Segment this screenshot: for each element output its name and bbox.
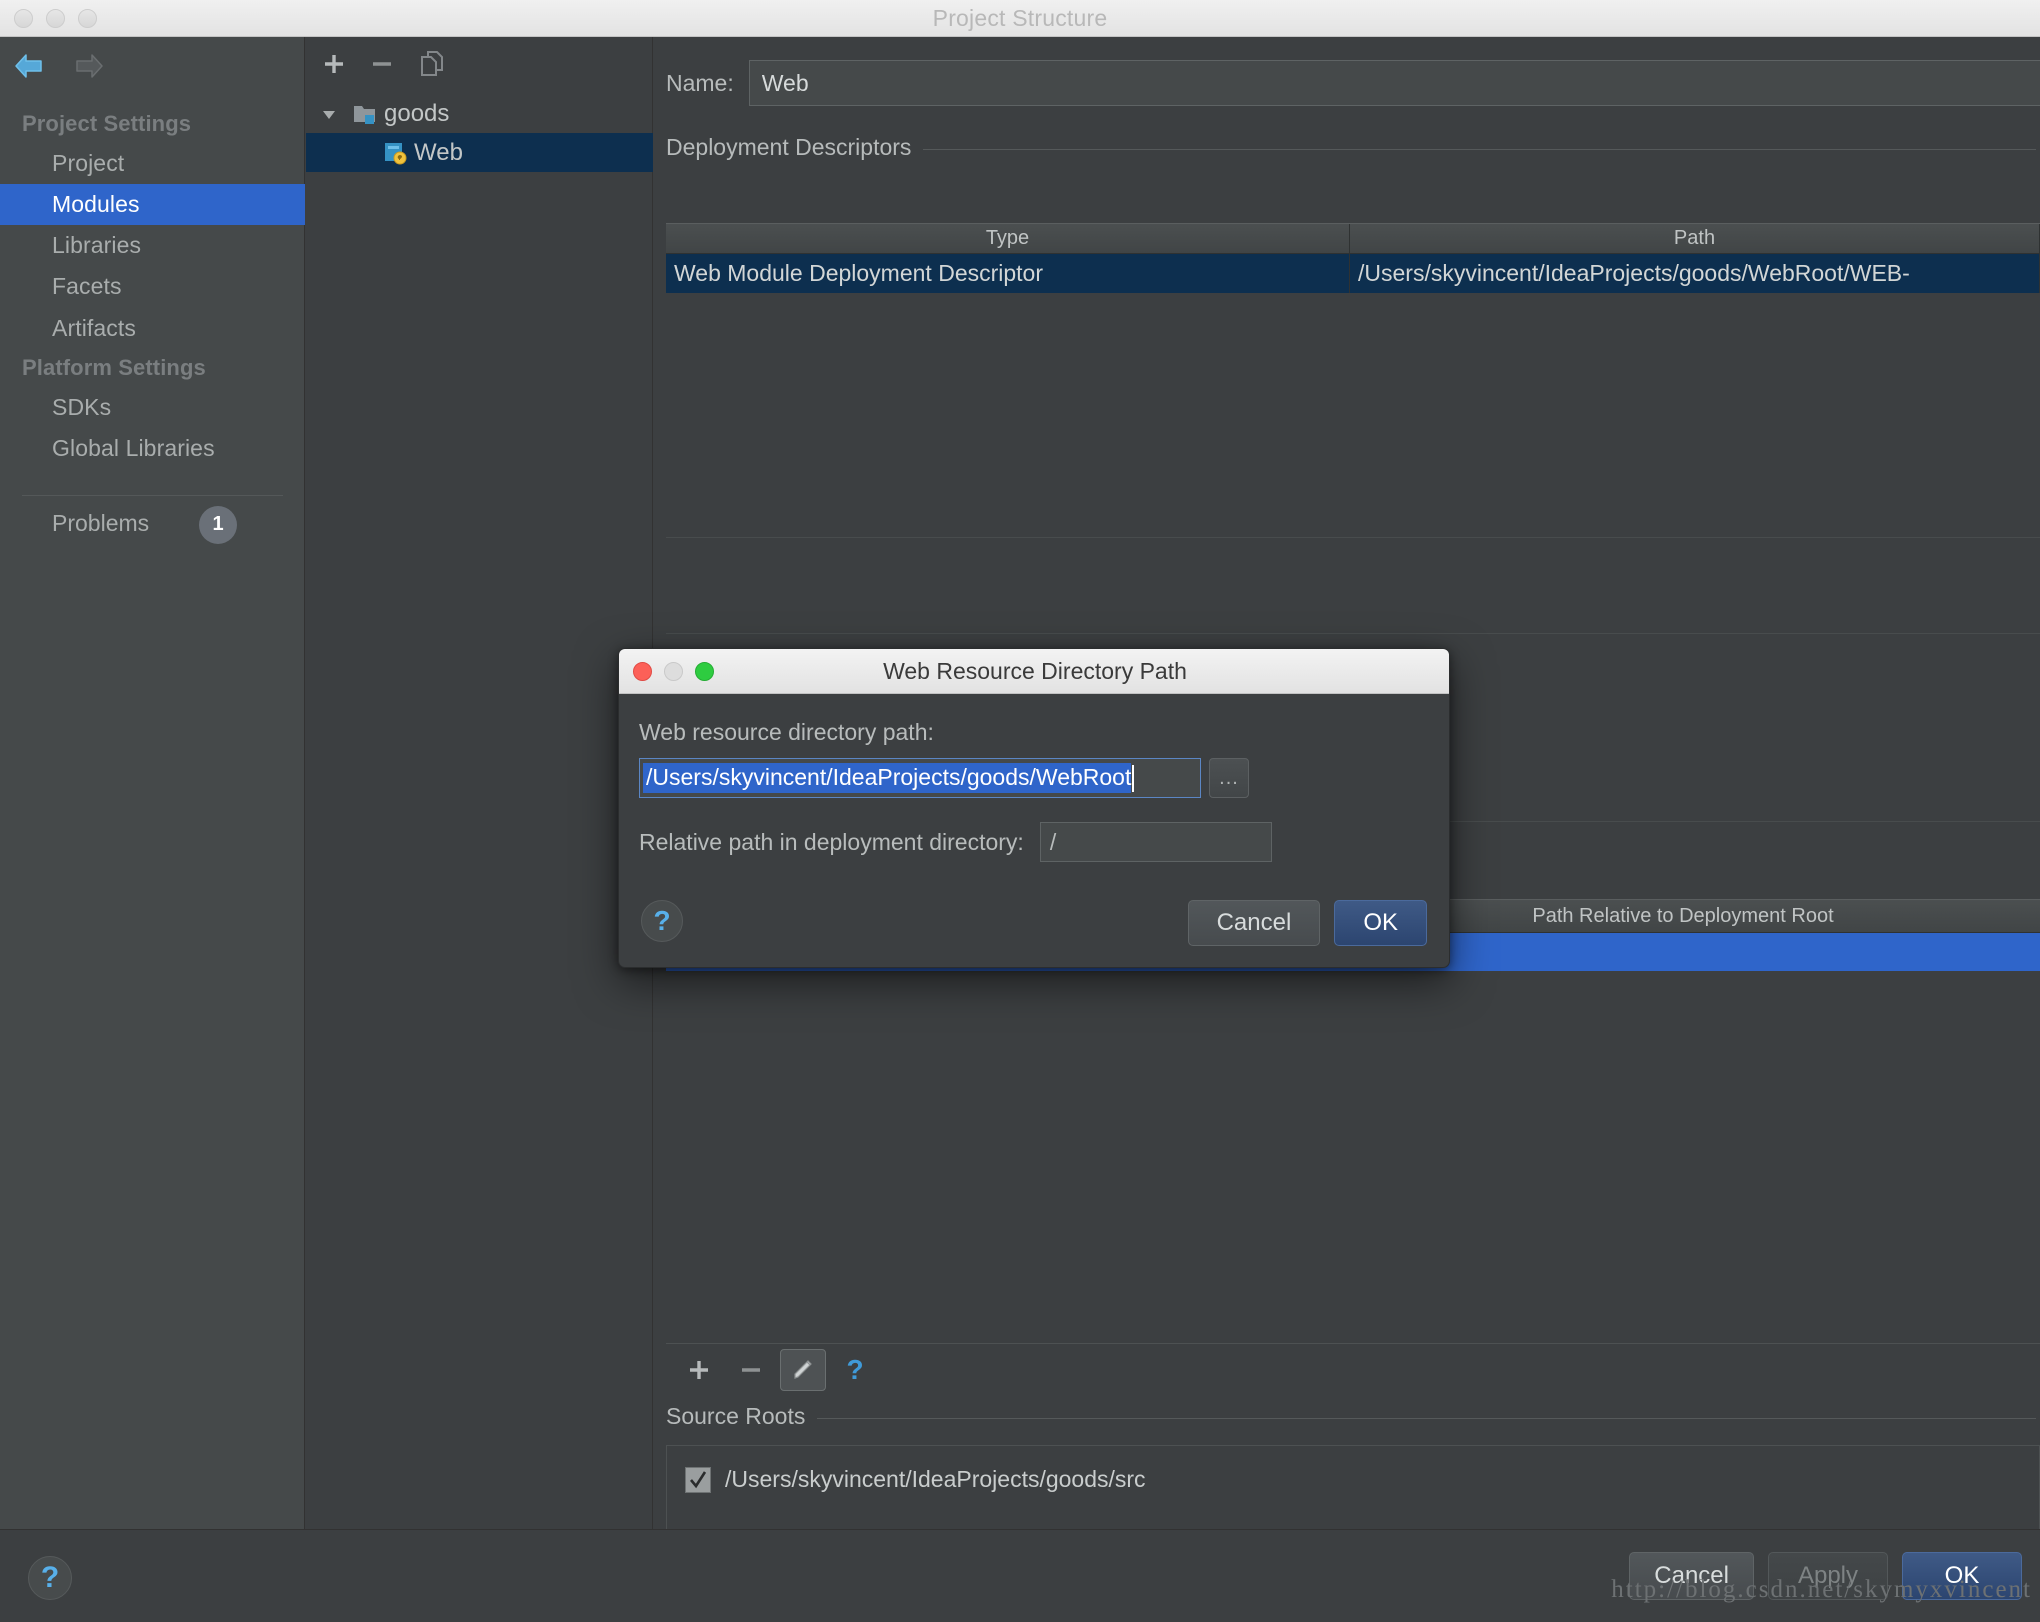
source-root-path: /Users/skyvincent/IdeaProjects/goods/src	[725, 1466, 1146, 1493]
dialog-path-row: /Users/skyvincent/IdeaProjects/goods/Web…	[639, 758, 1249, 798]
dialog-buttons: Cancel OK	[1188, 900, 1427, 946]
module-name-row: Name:	[666, 60, 2040, 106]
sidebar-group-project-settings: Project Settings	[0, 105, 305, 143]
sidebar-sections: Project Settings Project Modules Librari…	[0, 105, 305, 544]
sidebar-item-facets[interactable]: Facets	[0, 266, 305, 307]
problems-count-badge: 1	[199, 506, 237, 544]
remove-module-button[interactable]	[362, 47, 402, 81]
folder-module-icon	[352, 102, 378, 126]
module-name-input[interactable]	[749, 60, 2040, 106]
tree-node-goods[interactable]: goods	[306, 94, 653, 133]
dialog-body: Web resource directory path: /Users/skyv…	[619, 694, 1449, 968]
browse-button[interactable]: ...	[1209, 758, 1249, 798]
sidebar-item-problems-label: Problems	[52, 510, 149, 536]
cell-type: Web Module Deployment Descriptor	[666, 254, 1350, 293]
module-name-label: Name:	[666, 70, 734, 97]
section-rule	[923, 149, 2036, 150]
tree-node-goods-label: goods	[384, 100, 449, 128]
dialog-ok-button[interactable]: OK	[1334, 900, 1427, 946]
dialog-relative-label: Relative path in deployment directory:	[639, 829, 1024, 856]
deployment-descriptors-label: Deployment Descriptors	[666, 134, 911, 161]
sidebar-group-platform-settings: Platform Settings	[0, 349, 305, 387]
edit-resource-button[interactable]	[780, 1349, 826, 1391]
source-roots-section-header: Source Roots	[666, 1403, 2036, 1430]
sidebar-item-artifacts[interactable]: Artifacts	[0, 308, 305, 349]
table-row[interactable]: Web Module Deployment Descriptor /Users/…	[666, 254, 2040, 293]
web-resource-directory-dialog: Web Resource Directory Path Web resource…	[618, 648, 1450, 968]
sidebar-item-libraries[interactable]: Libraries	[0, 225, 305, 266]
dialog-path-value: /Users/skyvincent/IdeaProjects/goods/Web…	[643, 763, 1131, 793]
dialog-relative-input[interactable]: /	[1040, 822, 1272, 862]
dialog-help-button[interactable]: ?	[641, 900, 683, 942]
sidebar-item-project[interactable]: Project	[0, 143, 305, 184]
dialog-titlebar: Web Resource Directory Path	[619, 649, 1449, 694]
table-header-row: Type Path	[666, 223, 2040, 254]
list-item[interactable]: /Users/skyvincent/IdeaProjects/goods/src	[667, 1446, 2039, 1493]
forward-arrow-icon	[72, 51, 106, 81]
window-titlebar: Project Structure	[0, 0, 2040, 37]
source-roots-label: Source Roots	[666, 1403, 805, 1430]
watermark-text: http://blog.csdn.net/skymyxvincent	[1611, 1576, 2032, 1604]
project-structure-window: Project Structure Project Settings Proje…	[0, 0, 2040, 1622]
copy-module-button[interactable]	[412, 47, 452, 81]
background-separator	[666, 537, 2040, 538]
module-tree: goods Web	[306, 94, 653, 172]
sidebar-item-global-libraries[interactable]: Global Libraries	[0, 428, 305, 469]
text-caret	[1132, 765, 1134, 792]
add-resource-button[interactable]	[676, 1349, 722, 1391]
column-header-type[interactable]: Type	[666, 224, 1350, 253]
add-module-button[interactable]	[314, 47, 354, 81]
navigation-arrows	[12, 51, 106, 81]
tree-node-web[interactable]: Web	[306, 133, 653, 172]
window-title: Project Structure	[0, 0, 2040, 37]
deployment-descriptors-table: Type Path Web Module Deployment Descript…	[666, 223, 2040, 279]
chevron-down-icon[interactable]	[316, 105, 342, 123]
module-tree-toolbar	[306, 37, 653, 87]
dialog-cancel-button[interactable]: Cancel	[1188, 900, 1321, 946]
resource-table-toolbar: ?	[666, 1343, 2040, 1395]
resource-help-button[interactable]: ?	[832, 1349, 878, 1391]
dialog-title: Web Resource Directory Path	[619, 649, 1450, 694]
cell-path: /Users/skyvincent/IdeaProjects/goods/Web…	[1350, 254, 2040, 293]
sidebar-item-sdks[interactable]: SDKs	[0, 387, 305, 428]
help-button[interactable]: ?	[28, 1556, 72, 1600]
sidebar-item-problems[interactable]: Problems 1	[0, 496, 305, 544]
background-separator	[666, 633, 2040, 634]
back-arrow-icon[interactable]	[12, 51, 46, 81]
remove-resource-button[interactable]	[728, 1349, 774, 1391]
sidebar-item-modules[interactable]: Modules	[0, 184, 305, 225]
source-root-checkbox[interactable]	[685, 1467, 711, 1493]
web-facet-icon	[382, 141, 408, 165]
module-tree-panel: goods Web	[306, 37, 653, 1529]
tree-node-web-label: Web	[414, 139, 463, 167]
dialog-path-label: Web resource directory path:	[639, 719, 934, 746]
section-rule	[817, 1418, 2036, 1419]
dialog-path-input[interactable]: /Users/skyvincent/IdeaProjects/goods/Web…	[639, 758, 1201, 798]
deployment-descriptors-section-header: Deployment Descriptors	[666, 134, 2036, 161]
column-header-path[interactable]: Path	[1350, 224, 2040, 253]
settings-sidebar: Project Settings Project Modules Librari…	[0, 37, 305, 1529]
dialog-relative-row: Relative path in deployment directory: /	[639, 822, 1272, 862]
